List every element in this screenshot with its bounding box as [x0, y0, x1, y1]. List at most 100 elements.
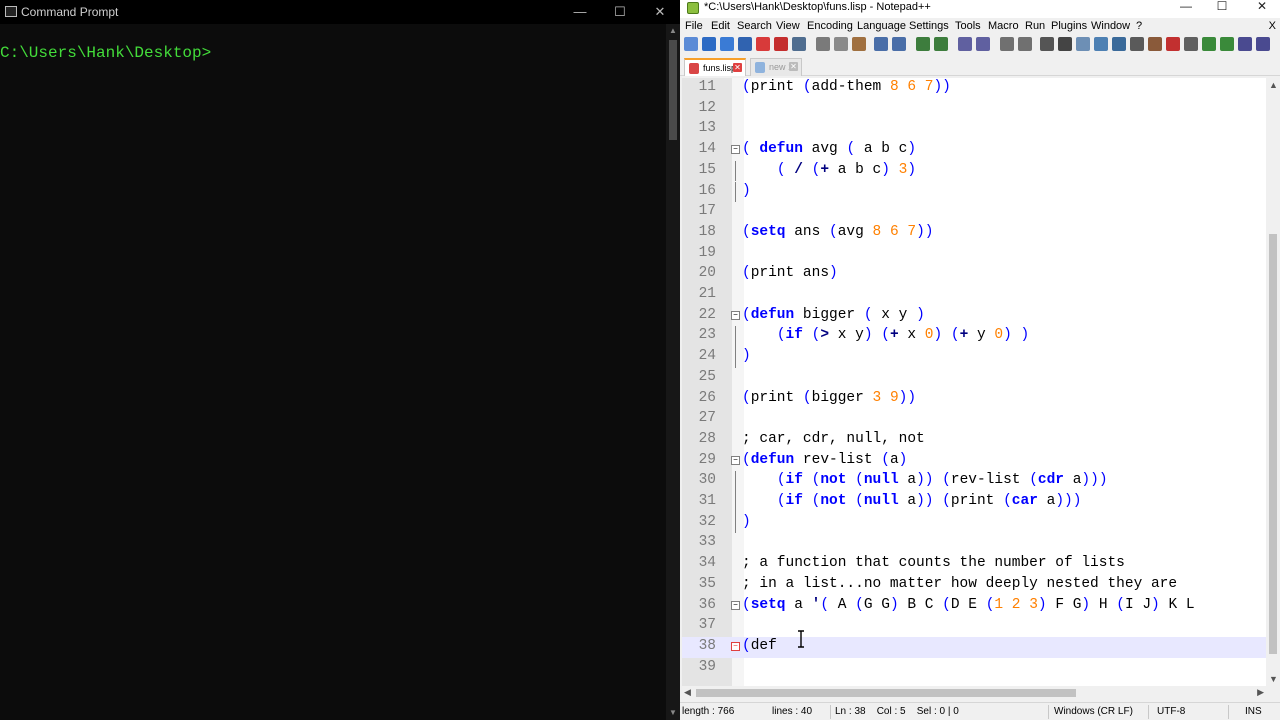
sync-horizontal-icon[interactable] [1018, 37, 1032, 51]
menu-search[interactable]: Search [737, 20, 772, 32]
maximize-icon[interactable]: ☐ [600, 0, 640, 24]
code-line[interactable]: 19 [682, 244, 1266, 265]
open-file-icon[interactable] [702, 37, 716, 51]
doc-map-icon[interactable] [1112, 37, 1126, 51]
menu-close-document[interactable]: X [1269, 20, 1276, 32]
code-line[interactable]: 17 [682, 202, 1266, 223]
zoom-out-icon[interactable] [976, 37, 990, 51]
find-icon[interactable] [916, 37, 930, 51]
save-all-icon[interactable] [738, 37, 752, 51]
code-editor[interactable]: 11 (print (add-them 8 6 7)) 12 13 14−( defun… [682, 78, 1266, 686]
code-line[interactable]: 29 − (defun rev-list (a) [682, 451, 1266, 472]
print-icon[interactable] [792, 37, 806, 51]
minimize-icon[interactable]: — [560, 0, 600, 24]
scroll-right-icon[interactable]: ▶ [1257, 687, 1264, 698]
show-all-chars-icon[interactable] [1058, 37, 1072, 51]
code-line[interactable]: 14 −( defun avg ( a b c) [682, 140, 1266, 161]
code-line[interactable]: 16) [682, 181, 1266, 203]
tab-close-icon[interactable]: ✕ [733, 63, 742, 72]
language-icon[interactable] [1094, 37, 1108, 51]
stop-macro-icon[interactable] [1184, 37, 1198, 51]
save-macro-icon[interactable] [1238, 37, 1252, 51]
menu-encoding[interactable]: Encoding [807, 20, 853, 32]
paste-icon[interactable] [852, 37, 866, 51]
folder-workspace-icon[interactable] [1148, 37, 1162, 51]
save-icon[interactable] [720, 37, 734, 51]
npp-hscroll-thumb[interactable] [696, 689, 1076, 697]
code-line[interactable]: 32) [682, 512, 1266, 534]
close-icon[interactable]: ✕ [640, 0, 680, 24]
cmd-vertical-scrollbar[interactable]: ▲ ▼ [666, 24, 680, 720]
notepadpp-window[interactable]: *C:\Users\Hank\Desktop\funs.lisp - Notep… [680, 0, 1280, 720]
code-line[interactable]: 28 ; car, cdr, null, not [682, 430, 1266, 451]
zoom-in-icon[interactable] [958, 37, 972, 51]
npp-horizontal-scrollbar[interactable]: ◀ ▶ [682, 686, 1266, 700]
sync-vertical-icon[interactable] [1000, 37, 1014, 51]
code-line[interactable]: 24) [682, 347, 1266, 368]
code-line[interactable]: 26 (print (bigger 3 9)) [682, 389, 1266, 410]
menu-edit[interactable]: Edit [711, 20, 730, 32]
code-line[interactable]: 38 − (def [682, 636, 1266, 658]
record-macro-icon[interactable] [1166, 37, 1180, 51]
close-icon[interactable]: ✕ [1244, 0, 1280, 16]
maximize-icon[interactable]: ☐ [1204, 0, 1240, 16]
scroll-up-icon[interactable]: ▲ [1269, 80, 1278, 90]
fold-toggle-icon[interactable]: − [731, 600, 740, 610]
npp-title-bar[interactable]: *C:\Users\Hank\Desktop\funs.lisp - Notep… [680, 0, 1280, 18]
redo-icon[interactable] [892, 37, 906, 51]
menu-plugins[interactable]: Plugins [1051, 20, 1087, 32]
code-line[interactable]: 31 (if (not (null a)) (print (car a))) [682, 492, 1266, 513]
code-line[interactable]: 30 (if (not (null a)) (rev-list (cdr a))… [682, 471, 1266, 492]
code-line[interactable]: 18 (setq ans (avg 8 6 7)) [682, 223, 1266, 244]
replace-icon[interactable] [934, 37, 948, 51]
close-file-icon[interactable] [756, 37, 770, 51]
function-list-icon[interactable] [1130, 37, 1144, 51]
cmd-console-output[interactable]: C:\Users\Hank\Desktop> [0, 44, 211, 62]
scroll-up-icon[interactable]: ▲ [666, 24, 680, 38]
code-line[interactable]: 21 [682, 285, 1266, 306]
cmd-scroll-thumb[interactable] [669, 40, 677, 140]
menu-macro[interactable]: Macro [988, 20, 1019, 32]
scroll-left-icon[interactable]: ◀ [684, 687, 691, 698]
code-line[interactable]: 13 [682, 119, 1266, 140]
tab-close-icon[interactable]: ✕ [789, 62, 798, 71]
npp-vertical-scrollbar[interactable]: ▲ ▼ [1266, 78, 1280, 686]
menu-language[interactable]: Language [857, 20, 906, 32]
new-file-icon[interactable] [684, 37, 698, 51]
code-line[interactable]: 15 ( / (+ a b c) 3) [682, 160, 1266, 182]
code-line[interactable]: 11 (print (add-them 8 6 7)) [682, 78, 1266, 99]
run-macro-multiple-icon[interactable] [1220, 37, 1234, 51]
scroll-down-icon[interactable]: ▼ [1269, 674, 1278, 684]
code-line[interactable]: 33 [682, 533, 1266, 554]
menu-file[interactable]: File [685, 20, 703, 32]
code-line[interactable]: 35 ; in a list...no matter how deeply nes… [682, 575, 1266, 596]
menu-help[interactable]: ? [1136, 20, 1142, 32]
code-line[interactable]: 25 [682, 368, 1266, 389]
tab-funs-lisp[interactable]: funs.lisp ✕ [684, 58, 746, 76]
fold-toggle-icon[interactable]: − [731, 455, 740, 465]
play-macro-icon[interactable] [1202, 37, 1216, 51]
fold-toggle-icon[interactable]: − [731, 641, 740, 651]
npp-vscroll-thumb[interactable] [1269, 234, 1277, 654]
fold-toggle-icon[interactable]: − [731, 145, 740, 155]
fold-toggle-icon[interactable]: − [731, 310, 740, 320]
minimize-icon[interactable]: — [1168, 0, 1204, 16]
menu-window[interactable]: Window [1091, 20, 1130, 32]
cut-icon[interactable] [816, 37, 830, 51]
code-line[interactable]: 23 (if (> x y) (+ x 0) (+ y 0) ) [682, 326, 1266, 348]
tab-new-1[interactable]: new 1 ✕ [750, 58, 802, 76]
code-line[interactable]: 20 (print ans) [682, 264, 1266, 285]
cmd-title-bar[interactable]: Command Prompt — ☐ ✕ [0, 0, 680, 24]
undo-icon[interactable] [874, 37, 888, 51]
indent-guide-icon[interactable] [1076, 37, 1090, 51]
command-prompt-window[interactable]: Command Prompt — ☐ ✕ C:\Users\Hank\Deskt… [0, 0, 680, 720]
code-line[interactable]: 36 − (setq a '( A (G G) B C (D E (1 2 3) F… [682, 596, 1266, 617]
menu-view[interactable]: View [776, 20, 800, 32]
word-wrap-icon[interactable] [1040, 37, 1054, 51]
menu-tools[interactable]: Tools [955, 20, 981, 32]
close-all-icon[interactable] [774, 37, 788, 51]
menu-settings[interactable]: Settings [909, 20, 949, 32]
code-line[interactable]: 27 [682, 409, 1266, 430]
code-line[interactable]: 39 [682, 658, 1266, 679]
code-line[interactable]: 12 [682, 99, 1266, 120]
